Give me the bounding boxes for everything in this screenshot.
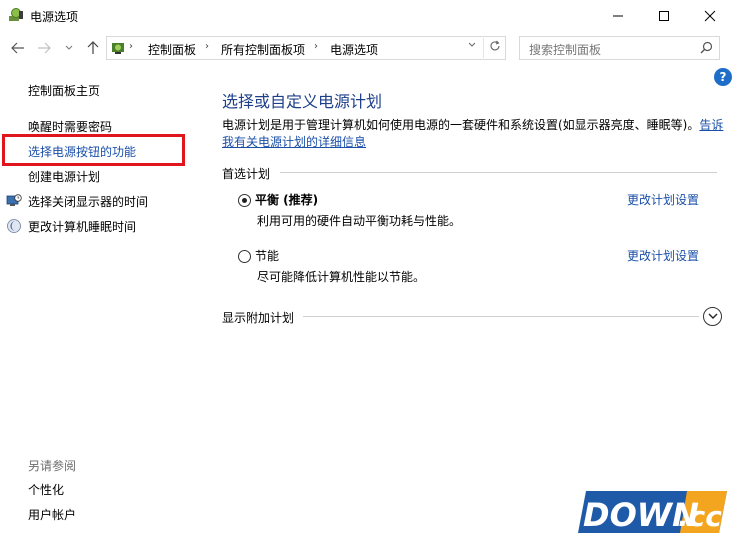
back-arrow-icon bbox=[11, 42, 24, 54]
monitor-clock-icon bbox=[6, 194, 22, 206]
chevron-down-icon bbox=[65, 45, 73, 50]
watermark-suffix: .cc bbox=[678, 500, 722, 533]
site-watermark-logo: DOWN .cc bbox=[578, 491, 727, 534]
section-divider bbox=[280, 172, 717, 173]
power-saver-plan-radio[interactable] bbox=[238, 250, 251, 263]
see-also-title: 另请参阅 bbox=[28, 459, 77, 473]
radio-selected-dot bbox=[242, 198, 247, 203]
expand-additional-plans-button[interactable] bbox=[703, 307, 722, 326]
balanced-plan-name[interactable]: 平衡 (推荐) bbox=[255, 191, 318, 208]
control-panel-icon bbox=[112, 43, 124, 54]
navigation-bar: › 控制面板 › 所有控制面板项 › 电源选项 搜索控制面板 bbox=[0, 31, 733, 65]
power-button-function-link[interactable]: 选择电源按钮的功能 bbox=[28, 143, 136, 160]
balanced-change-settings-link[interactable]: 更改计划设置 bbox=[627, 191, 699, 208]
up-arrow-icon bbox=[87, 41, 99, 54]
breadcrumb-control-panel[interactable]: 控制面板 bbox=[148, 41, 196, 58]
breadcrumb-power-options[interactable]: 电源选项 bbox=[330, 41, 378, 58]
search-box[interactable]: 搜索控制面板 bbox=[519, 36, 720, 60]
minimize-icon bbox=[613, 15, 623, 16]
search-placeholder: 搜索控制面板 bbox=[529, 43, 602, 57]
show-additional-plans-label[interactable]: 显示附加计划 bbox=[222, 309, 294, 326]
power-saver-change-settings-link[interactable]: 更改计划设置 bbox=[627, 247, 699, 264]
up-button[interactable] bbox=[84, 39, 102, 57]
minimize-button[interactable] bbox=[595, 0, 641, 31]
page-description: 电源计划是用于管理计算机如何使用电源的一套硬件和系统设置(如显示器亮度、睡眠等)… bbox=[222, 117, 727, 151]
power-saver-plan-description: 尽可能降低计算机性能以节能。 bbox=[257, 270, 426, 284]
back-button[interactable] bbox=[9, 39, 27, 57]
search-icon bbox=[700, 41, 713, 54]
address-bar[interactable]: › 控制面板 › 所有控制面板项 › 电源选项 bbox=[106, 36, 506, 60]
breadcrumb-separator-icon: › bbox=[205, 41, 209, 52]
chevron-down-icon bbox=[708, 313, 717, 319]
chevron-down-icon bbox=[468, 42, 476, 47]
breadcrumb-separator-icon: › bbox=[129, 41, 133, 52]
user-accounts-link[interactable]: 用户帐户 bbox=[28, 506, 76, 523]
forward-arrow-icon bbox=[38, 42, 51, 54]
moon-icon bbox=[7, 219, 21, 233]
description-text: 电源计划是用于管理计算机如何使用电源的一套硬件和系统设置(如显示器亮度、睡眠等)… bbox=[222, 118, 700, 132]
preferred-plans-title: 首选计划 bbox=[222, 167, 271, 181]
close-button[interactable] bbox=[687, 0, 733, 31]
section-divider bbox=[303, 316, 699, 317]
maximize-button[interactable] bbox=[641, 0, 687, 31]
refresh-button[interactable] bbox=[483, 38, 505, 58]
refresh-icon bbox=[490, 40, 500, 51]
power-options-icon bbox=[9, 8, 23, 21]
turn-off-display-link[interactable]: 选择关闭显示器的时间 bbox=[28, 193, 148, 210]
change-sleep-time-link[interactable]: 更改计算机睡眠时间 bbox=[28, 218, 136, 235]
balanced-plan-radio[interactable] bbox=[238, 194, 251, 207]
forward-button[interactable] bbox=[35, 39, 53, 57]
breadcrumb-separator-icon: › bbox=[314, 41, 318, 52]
window-title: 电源选项 bbox=[30, 10, 79, 24]
control-panel-home-link[interactable]: 控制面板主页 bbox=[28, 82, 100, 99]
maximize-icon bbox=[659, 10, 669, 21]
close-icon bbox=[704, 10, 716, 21]
address-dropdown-button[interactable] bbox=[463, 40, 481, 56]
help-button[interactable]: ? bbox=[714, 68, 732, 86]
recent-locations-button[interactable] bbox=[60, 39, 78, 57]
breadcrumb-all-items[interactable]: 所有控制面板项 bbox=[221, 41, 305, 58]
balanced-plan-description: 利用可用的硬件自动平衡功耗与性能。 bbox=[257, 214, 462, 228]
create-power-plan-link[interactable]: 创建电源计划 bbox=[28, 168, 100, 185]
require-password-link[interactable]: 唤醒时需要密码 bbox=[28, 118, 112, 135]
power-saver-plan-name[interactable]: 节能 bbox=[255, 247, 279, 264]
page-title: 选择或自定义电源计划 bbox=[222, 92, 383, 111]
title-bar: 电源选项 bbox=[0, 0, 733, 31]
personalization-link[interactable]: 个性化 bbox=[28, 481, 64, 498]
